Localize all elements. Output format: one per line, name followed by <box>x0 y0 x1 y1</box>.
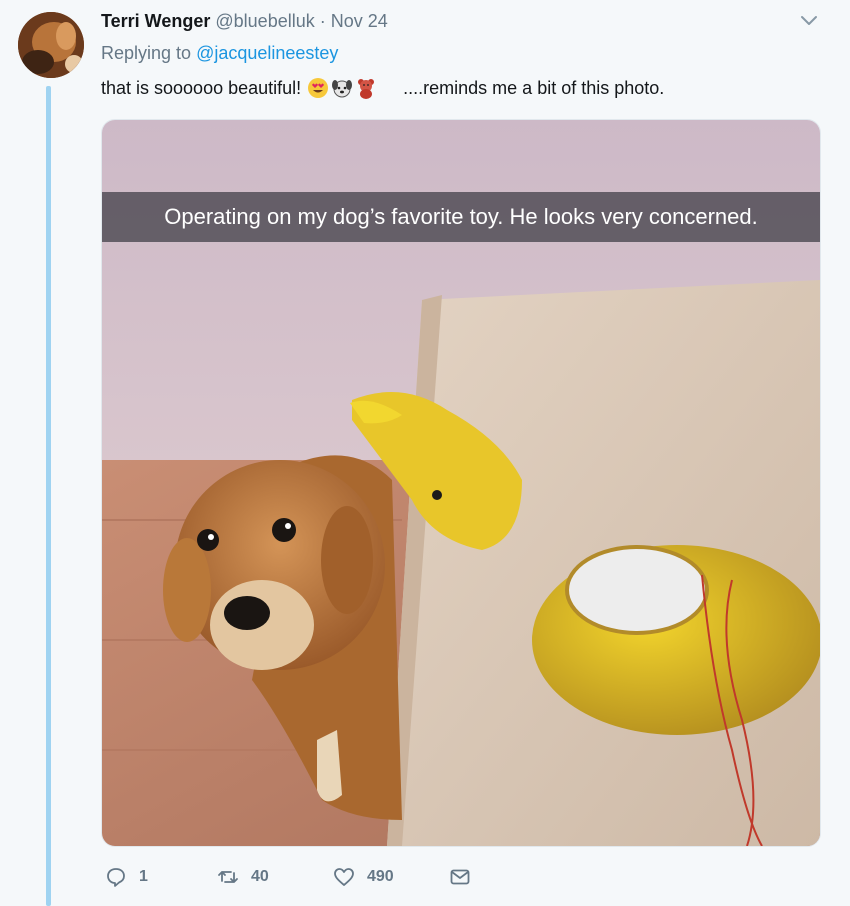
dog-face-emoji-icon <box>331 77 353 99</box>
thread-connector-line <box>46 86 51 906</box>
reply-icon <box>105 866 127 888</box>
retweet-button[interactable]: 40 <box>217 862 269 892</box>
tweet-date[interactable]: Nov 24 <box>331 11 388 31</box>
tweet-text-suffix: ....reminds me a bit of this photo. <box>403 77 665 98</box>
heart-eyes-emoji-icon <box>307 77 329 99</box>
separator-dot: · <box>319 11 326 31</box>
direct-message-button[interactable] <box>449 862 471 892</box>
chevron-down-icon[interactable] <box>800 12 818 30</box>
replying-to-line: Replying to @jacquelineestey <box>101 43 338 64</box>
teddy-bear-emoji-icon <box>355 77 377 99</box>
attached-photo[interactable]: Operating on my dog’s favorite toy. He l… <box>101 119 821 847</box>
tweet-text: that is soooooo beautiful! ....reminds m… <box>101 77 664 99</box>
avatar[interactable] <box>18 12 84 78</box>
replying-to-link[interactable]: @jacquelineestey <box>196 43 338 63</box>
tweet-header: Terri Wenger @bluebelluk · Nov 24 <box>101 10 388 32</box>
avatar-photo <box>18 12 84 78</box>
like-count: 490 <box>367 868 394 885</box>
replying-to-label: Replying to <box>101 43 197 63</box>
like-button[interactable]: 490 <box>333 862 394 892</box>
author-name[interactable]: Terri Wenger <box>101 11 210 31</box>
tweet-text-main: that is soooooo beautiful! <box>101 77 302 98</box>
heart-icon <box>333 866 355 888</box>
retweet-count: 40 <box>251 868 269 885</box>
author-handle[interactable]: @bluebelluk <box>215 11 314 31</box>
photo-caption: Operating on my dog’s favorite toy. He l… <box>102 192 820 242</box>
reply-count: 1 <box>139 868 148 885</box>
reply-button[interactable]: 1 <box>105 862 148 892</box>
retweet-icon <box>217 866 239 888</box>
envelope-icon <box>449 866 471 888</box>
